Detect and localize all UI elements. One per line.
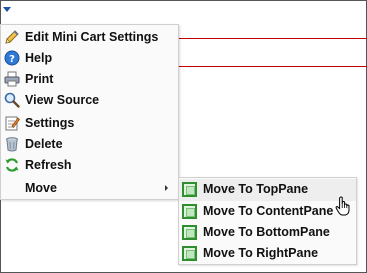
menu-item-label: Settings [25,116,75,130]
trash-icon [6,137,18,152]
move-submenu: Move To TopPane Move To ContentPane Move… [178,177,357,265]
action-menu-trigger-icon[interactable] [3,7,11,12]
submenu-item-move-to-contentpane[interactable]: Move To ContentPane [179,201,356,223]
submenu-arrow-icon [165,185,168,191]
divider-line [178,66,367,67]
submenu-item-label: Move To ContentPane [203,204,334,218]
pane-icon [182,182,197,197]
hand-cursor-icon [335,196,350,216]
menu-item-refresh[interactable]: Refresh [1,154,180,176]
menu-item-label: Help [25,51,53,65]
pencil-icon [5,30,19,44]
menu-item-help[interactable]: ? Help [1,47,180,69]
menu-item-label: View Source [25,93,100,107]
help-icon: ? [4,50,20,66]
settings-icon [5,116,20,131]
menu-item-move[interactable]: Move [1,177,180,199]
submenu-item-move-to-rightpane[interactable]: Move To RightPane [179,243,356,265]
submenu-item-label: Move To RightPane [203,246,319,260]
menu-item-label: Delete [25,137,63,151]
submenu-item-move-to-toppane[interactable]: Move To TopPane [179,179,356,201]
pane-icon [182,225,197,240]
pane-icon [182,204,197,219]
refresh-icon [5,158,19,172]
menu-item-delete[interactable]: Delete [1,133,180,155]
menu-item-label: Refresh [25,158,72,172]
pane-icon [182,246,197,261]
submenu-item-label: Move To BottomPane [203,225,330,239]
printer-icon [4,71,20,87]
menu-item-label: Print [25,72,54,86]
menu-item-view-source[interactable]: View Source [1,89,180,111]
menu-item-print[interactable]: Print [1,68,180,90]
menu-item-edit-mini-cart-settings[interactable]: Edit Mini Cart Settings [1,26,180,48]
menu-item-settings[interactable]: Settings [1,112,180,134]
submenu-item-move-to-bottompane[interactable]: Move To BottomPane [179,222,356,244]
menu-item-label: Move [25,181,57,195]
svg-text:?: ? [9,54,15,65]
context-menu: Edit Mini Cart Settings ? Help Print Vie… [0,24,179,200]
submenu-item-label: Move To TopPane [203,182,309,196]
divider-line [178,38,367,39]
magnifier-icon [4,92,20,108]
menu-item-label: Edit Mini Cart Settings [25,30,159,44]
